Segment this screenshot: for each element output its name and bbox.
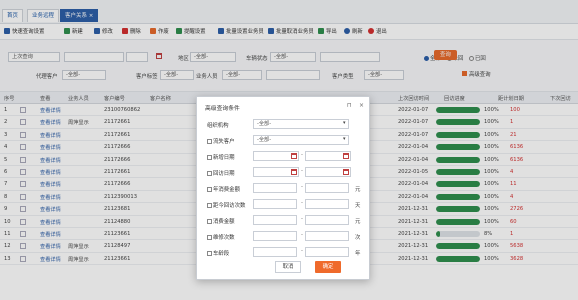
amount-field[interactable]: 年消费金额	[207, 185, 240, 193]
loss-customer-field[interactable]: 流失客户	[207, 137, 235, 145]
org-select[interactable]: -全部-	[253, 119, 349, 129]
visit-date-field[interactable]: 回访日期	[207, 169, 235, 177]
unit-yuan: 元	[355, 187, 361, 193]
total-from[interactable]	[253, 215, 297, 225]
times-to[interactable]	[305, 231, 349, 241]
times-from[interactable]	[253, 231, 297, 241]
pin-icon[interactable]: ⊓	[347, 102, 352, 109]
calendar-icon[interactable]	[343, 153, 349, 159]
range-dash: -	[301, 232, 303, 238]
dialog-title: 高级查询条件	[205, 106, 240, 112]
loss-dropdown-icon[interactable]: ▾	[343, 136, 346, 142]
advanced-query-dialog: 高级查询条件 ⊓ × 组织机构 -全部- ▾ 流失客户 -全部- ▾ 新增日期 …	[196, 96, 370, 280]
reg-date-field[interactable]: 新增日期	[207, 153, 235, 161]
org-label: 组织机构	[207, 123, 229, 129]
amount-to[interactable]	[305, 183, 349, 193]
range-dash: -	[301, 200, 303, 206]
years-from[interactable]	[253, 247, 297, 257]
range-dash: -	[301, 248, 303, 254]
close-icon[interactable]: ×	[359, 102, 364, 109]
count-from[interactable]	[253, 199, 297, 209]
count-to[interactable]	[305, 199, 349, 209]
unit-nian: 年	[355, 251, 361, 257]
range-dash: -	[301, 216, 303, 222]
unit-ci: 次	[355, 235, 361, 241]
cancel-button[interactable]: 取消	[275, 261, 301, 273]
loss-customer-select[interactable]: -全部-	[253, 135, 349, 145]
calendar-icon[interactable]	[343, 169, 349, 175]
unit-day: 天	[355, 203, 361, 209]
calendar-icon[interactable]	[291, 153, 297, 159]
range-dash: -	[301, 152, 303, 158]
range-dash: -	[301, 168, 303, 174]
total-to[interactable]	[305, 215, 349, 225]
total-field[interactable]: 消费金额	[207, 217, 235, 225]
years-to[interactable]	[305, 247, 349, 257]
range-dash: -	[301, 184, 303, 190]
unit-yuan: 元	[355, 219, 361, 225]
calendar-icon[interactable]	[291, 169, 297, 175]
confirm-button[interactable]: 确定	[315, 261, 341, 273]
org-dropdown-icon[interactable]: ▾	[343, 120, 346, 126]
times-field[interactable]: 维修次数	[207, 233, 235, 241]
count-field[interactable]: 距今回访次数	[207, 201, 245, 209]
amount-from[interactable]	[253, 183, 297, 193]
years-field[interactable]: 车龄段	[207, 249, 229, 257]
